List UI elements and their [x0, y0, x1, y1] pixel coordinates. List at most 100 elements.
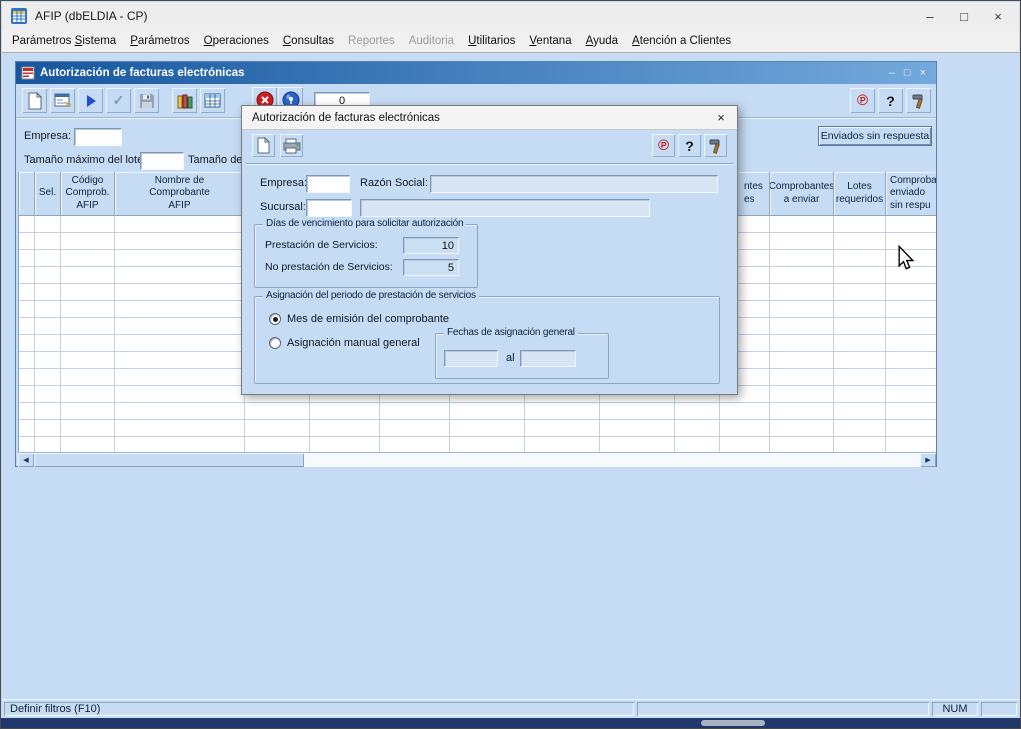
scrollbar-thumb[interactable]: [34, 453, 304, 467]
al-label: al: [506, 352, 515, 364]
grid-column-header-lotes-requeridos[interactable]: Lotesrequeridos: [834, 172, 886, 216]
confirm-button[interactable]: ✓: [106, 88, 131, 113]
radio-mes-emision[interactable]: Mes de emisión del comprobante: [269, 313, 449, 325]
run-button[interactable]: [78, 88, 103, 113]
dialog-empresa-label: Empresa:: [260, 177, 307, 189]
prestacion-dias-field[interactable]: 10: [403, 237, 459, 254]
menu-item-par-metros[interactable]: Parámetros: [123, 31, 196, 51]
main-titlebar: AFIP (dbELDIA - CP) – □ ×: [2, 2, 1019, 30]
tamano-maximo-lote-field[interactable]: [140, 152, 184, 170]
child-window-controls: – □ ×: [889, 67, 926, 79]
menu-item-ayuda[interactable]: Ayuda: [579, 31, 625, 51]
asignacion-groupbox: Asignación del periodo de prestación de …: [254, 296, 720, 384]
help-icon: ?: [886, 93, 895, 109]
horizontal-scrollbar[interactable]: ◀ ▶: [18, 452, 936, 467]
menu-item-operaciones[interactable]: Operaciones: [197, 31, 276, 51]
mouse-cursor: [897, 245, 915, 271]
radio-button-icon[interactable]: [269, 337, 281, 349]
menu-item-reportes: Reportes: [341, 31, 402, 51]
dialog-title: Autorización de facturas electrónicas: [252, 112, 705, 124]
fechas-groupbox: Fechas de asignación general al: [435, 333, 609, 379]
dialog-tools-button[interactable]: [704, 134, 727, 157]
minimize-button[interactable]: –: [913, 2, 947, 30]
grid-column-header-sel[interactable]: Sel.: [35, 172, 61, 216]
sucursal-field[interactable]: [306, 199, 352, 217]
menu-item-ventana[interactable]: Ventana: [522, 31, 578, 51]
check-icon: ✓: [113, 92, 125, 109]
radio-button-icon[interactable]: [269, 313, 281, 325]
child-maximize-button[interactable]: □: [904, 67, 911, 79]
window-controls: – □ ×: [913, 2, 1015, 30]
help-button[interactable]: ?: [878, 88, 903, 113]
separator: [246, 163, 733, 165]
table-row[interactable]: [19, 403, 936, 420]
save-button[interactable]: [134, 88, 159, 113]
grid-column-header-nombre-comprobante-afip[interactable]: Nombre deComprobanteAFIP: [115, 172, 245, 216]
enviados-sin-respuesta-button[interactable]: Enviados sin respuesta: [818, 126, 932, 146]
export-database-button[interactable]: [172, 88, 197, 113]
phone-support-button[interactable]: ℗: [850, 88, 875, 113]
fechas-group-title: Fechas de asignación general: [444, 327, 578, 338]
table-row[interactable]: [19, 420, 936, 437]
child-window-title: Autorización de facturas electrónicas: [40, 67, 889, 79]
grid-column-header-comprobantes-a-enviar[interactable]: Comprobantesa enviar: [770, 172, 834, 216]
menu-item-par-metros-sistema[interactable]: Parámetros Sistema: [5, 31, 123, 51]
dialog-phone-support-button[interactable]: ℗: [652, 134, 675, 157]
sucursal-desc-field: [360, 199, 650, 217]
empresa-field[interactable]: [74, 128, 122, 146]
child-window-icon: [21, 66, 35, 80]
grid-column-header-comprobantes-enviados-partial[interactable]: Comprobaenviadosin respu: [886, 172, 936, 216]
tools-icon: [911, 93, 927, 109]
sucursal-label: Sucursal:: [260, 201, 306, 213]
books-icon: [177, 93, 193, 109]
table-row[interactable]: [19, 437, 936, 452]
view-table-button[interactable]: [200, 88, 225, 113]
dialog-titlebar[interactable]: Autorización de facturas electrónicas ×: [242, 106, 737, 130]
scroll-right-button[interactable]: ▶: [920, 453, 936, 467]
phone-support-icon: ℗: [658, 137, 669, 154]
grid-column-header-codigo-comprob-afip[interactable]: CódigoComprob.AFIP: [61, 172, 115, 216]
help-icon: ?: [685, 138, 694, 154]
printer-icon: [283, 138, 301, 154]
new-document-icon: [27, 92, 43, 110]
dialog-help-button[interactable]: ?: [678, 134, 701, 157]
menu-item-consultas[interactable]: Consultas: [276, 31, 341, 51]
tamano-maximo-lote-label: Tamaño máximo del lote:: [24, 154, 146, 166]
status-message-pane: Definir filtros (F10): [4, 702, 634, 716]
tools-button[interactable]: [906, 88, 931, 113]
menu-bar: Parámetros SistemaParámetrosOperacionesC…: [2, 30, 1019, 53]
new-document-button[interactable]: [22, 88, 47, 113]
child-minimize-button[interactable]: –: [889, 67, 895, 79]
maximize-button[interactable]: □: [947, 2, 981, 30]
properties-button[interactable]: [50, 88, 75, 113]
razon-social-field: [430, 175, 718, 193]
close-button[interactable]: ×: [981, 2, 1015, 30]
asignacion-group-title: Asignación del periodo de prestación de …: [263, 290, 479, 301]
no-prestacion-dias-field[interactable]: 5: [403, 259, 459, 276]
new-document-icon: [256, 137, 271, 154]
phone-support-icon: ℗: [857, 92, 868, 109]
menu-item-utilitarios[interactable]: Utilitarios: [461, 31, 522, 51]
child-close-button[interactable]: ×: [920, 67, 926, 79]
bottom-strip: [1, 718, 1020, 728]
dialog-toolbar: ℗ ?: [242, 130, 737, 163]
scroll-left-button[interactable]: ◀: [18, 453, 34, 467]
status-num-pane: NUM: [932, 702, 978, 716]
radio-asignacion-manual[interactable]: Asignación manual general: [269, 337, 420, 349]
dialog-close-button[interactable]: ×: [705, 106, 737, 129]
dialog-empresa-field[interactable]: [306, 175, 350, 193]
menu-item-auditoria: Auditoria: [402, 31, 461, 51]
dialog-print-button[interactable]: [280, 134, 303, 157]
vencimiento-groupbox: Días de vencimiento para solicitar autor…: [254, 224, 478, 288]
menu-item-atenci-n-a-clientes[interactable]: Atención a Clientes: [625, 31, 738, 51]
dialog-new-document-button[interactable]: [252, 134, 275, 157]
grid-column-header-row-selector[interactable]: [19, 172, 35, 216]
empresa-label: Empresa:: [24, 130, 71, 142]
child-titlebar[interactable]: Autorización de facturas electrónicas – …: [16, 62, 936, 84]
app-icon: [10, 7, 28, 25]
fecha-desde-field: [444, 350, 498, 367]
save-icon: [139, 93, 155, 109]
fecha-hasta-field: [520, 350, 576, 367]
tamano-del-label-clipped: Tamaño del: [188, 154, 245, 166]
dialog-autorizacion: Autorización de facturas electrónicas × …: [241, 105, 738, 395]
